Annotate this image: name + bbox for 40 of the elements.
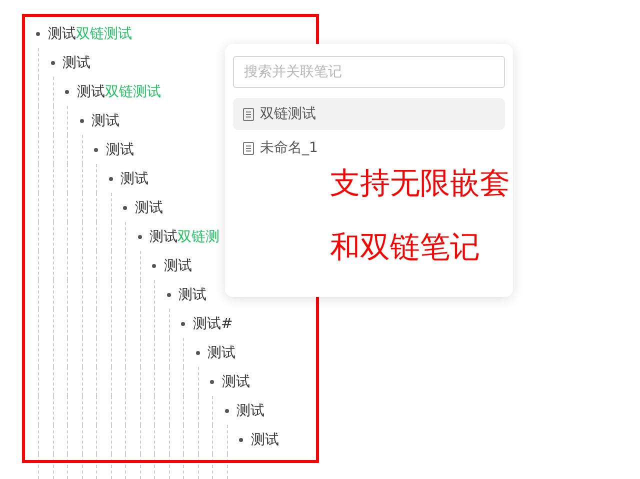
bullet-icon [152, 264, 156, 268]
bullet-icon [108, 176, 112, 180]
item-text: 测试 [77, 82, 105, 100]
bullet-icon [94, 148, 98, 152]
item-text: 测试 [150, 228, 178, 246]
bullet-icon [36, 32, 40, 36]
item-text: 测试 [106, 140, 134, 158]
note-link[interactable]: 双链测试 [76, 24, 132, 42]
bullet-icon [181, 322, 185, 326]
item-text: 测试 [48, 24, 76, 42]
item-text: 测试 [62, 54, 90, 72]
bullet-icon [123, 206, 127, 210]
item-text: 测试 [208, 344, 236, 362]
bullet-icon [138, 234, 142, 238]
bullet-icon [80, 118, 84, 122]
item-text: 测试 [135, 198, 163, 216]
bullet-icon [196, 350, 200, 354]
item-text: 测试 [92, 112, 120, 130]
item-text: 测试 [236, 402, 264, 420]
search-field[interactable]: 搜索并关联笔记 [233, 56, 505, 88]
bullet-icon [224, 408, 228, 412]
item-text: 测试 [164, 256, 192, 274]
bullet-icon [239, 438, 243, 442]
annotation-text: 支持无限嵌套 [330, 166, 510, 202]
item-text: 测试 [222, 372, 250, 390]
note-link[interactable]: 双链测试 [105, 82, 161, 100]
bullet-icon [65, 90, 69, 94]
item-text: 测试 [178, 286, 206, 304]
document-icon [243, 142, 254, 154]
bullet-icon [50, 60, 54, 64]
item-text: 测试 [120, 170, 148, 188]
annotation-text: 和双链笔记 [330, 230, 481, 266]
bullet-icon [166, 292, 170, 296]
item-text: 测试 [251, 430, 279, 448]
note-result[interactable]: 双链测试 [233, 98, 505, 130]
note-link[interactable]: 双链测 [178, 228, 220, 246]
document-icon [243, 108, 254, 120]
note-result[interactable]: 未命名_1 [233, 132, 505, 164]
item-text: 测试# [193, 314, 233, 332]
bullet-icon [210, 380, 214, 384]
